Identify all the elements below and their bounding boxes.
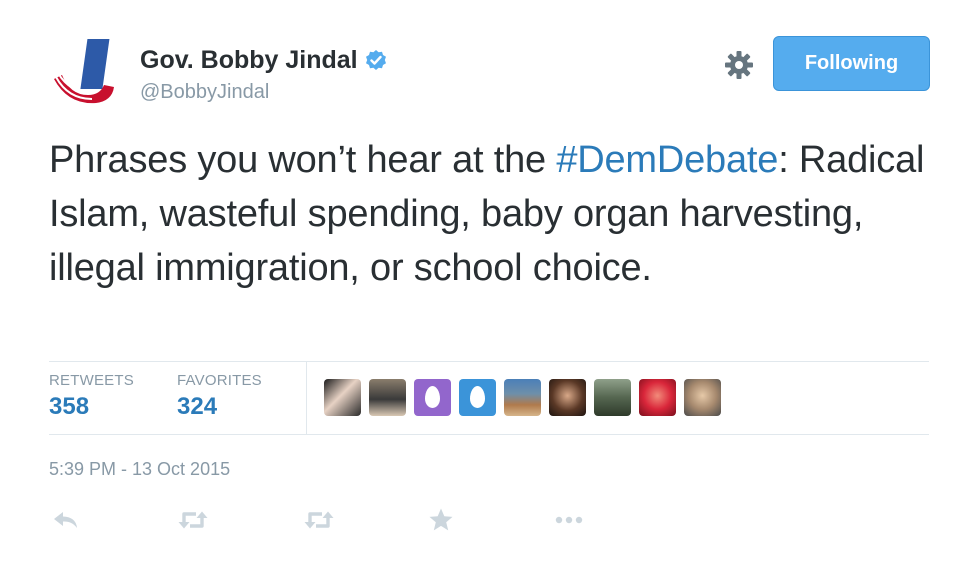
- favorites-label: FAVORITES: [177, 372, 262, 389]
- favorites-count[interactable]: 324: [177, 393, 262, 421]
- egg-avatar-purple[interactable]: [414, 379, 451, 416]
- avatar[interactable]: [48, 35, 124, 111]
- more-dots-icon[interactable]: [553, 506, 585, 534]
- user-avatar-6[interactable]: [549, 379, 586, 416]
- tweet-text: Phrases you won’t hear at the #DemDebate…: [49, 133, 949, 295]
- egg-avatar-blue[interactable]: [459, 379, 496, 416]
- gear-icon[interactable]: [722, 48, 756, 82]
- user-avatar-2[interactable]: [369, 379, 406, 416]
- user-avatar-5[interactable]: [504, 379, 541, 416]
- retweets-stat[interactable]: RETWEETS 358: [49, 372, 134, 421]
- user-avatar-9[interactable]: [684, 379, 721, 416]
- user-avatar-1[interactable]: [324, 379, 361, 416]
- retweet-icon[interactable]: [303, 506, 335, 534]
- retweets-count[interactable]: 358: [49, 393, 134, 421]
- favorites-stat[interactable]: FAVORITES 324: [177, 372, 262, 421]
- favoriters-list: [324, 379, 721, 416]
- stats-divider-top: [49, 361, 929, 362]
- user-avatar-8[interactable]: [639, 379, 676, 416]
- stats-divider-vertical: [306, 361, 307, 434]
- user-name[interactable]: Gov. Bobby Jindal: [140, 46, 388, 75]
- following-button[interactable]: Following: [773, 36, 930, 91]
- user-avatar-7[interactable]: [594, 379, 631, 416]
- favorite-star-icon[interactable]: [425, 506, 457, 534]
- j-logo-icon: [51, 39, 114, 109]
- stats-divider-bottom: [49, 434, 929, 435]
- tweet-timestamp[interactable]: 5:39 PM - 13 Oct 2015: [49, 459, 230, 480]
- retweet-icon[interactable]: [177, 506, 209, 534]
- tweet-text-before: Phrases you won’t hear at the: [49, 139, 557, 181]
- hashtag-link[interactable]: #DemDebate: [556, 139, 778, 181]
- verified-badge-icon: [365, 49, 386, 70]
- reply-icon[interactable]: [51, 506, 83, 534]
- retweets-label: RETWEETS: [49, 372, 134, 389]
- user-handle[interactable]: @BobbyJindal: [140, 81, 269, 104]
- user-name-text[interactable]: Gov. Bobby Jindal: [140, 46, 358, 75]
